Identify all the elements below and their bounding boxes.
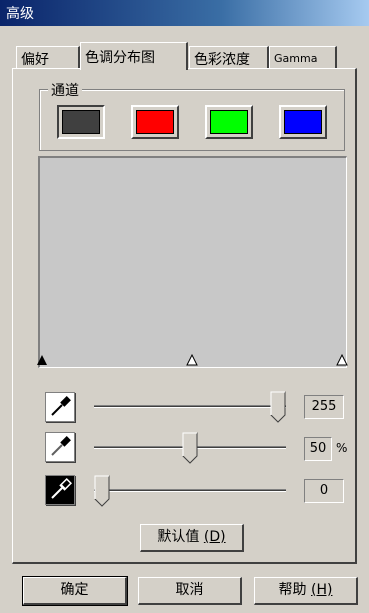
channel-blue-swatch <box>284 110 322 134</box>
channel-gray-button[interactable] <box>57 105 105 139</box>
tab-gamma[interactable]: Gamma <box>269 46 337 68</box>
cancel-button[interactable]: 取消 <box>138 577 242 605</box>
white-point-slider-thumb[interactable] <box>270 391 286 423</box>
tab-histogram[interactable]: 色调分布图 <box>80 42 188 70</box>
black-eyedropper-button[interactable] <box>45 475 75 505</box>
gamma-unit: % <box>336 441 348 455</box>
gamma-marker-icon[interactable] <box>186 354 198 366</box>
channel-green-swatch <box>210 110 248 134</box>
gamma-value[interactable]: 50 <box>304 437 332 461</box>
eyedropper-icon <box>51 477 73 499</box>
white-eyedropper-button[interactable] <box>45 392 75 422</box>
histogram-display <box>38 156 347 368</box>
black-point-slider-thumb[interactable] <box>94 475 110 507</box>
gamma-slider-thumb[interactable] <box>182 432 198 464</box>
defaults-button[interactable]: 默认值 (D) <box>140 524 244 552</box>
ok-button[interactable]: 确定 <box>22 576 128 606</box>
tab-color-saturation[interactable]: 色彩浓度 <box>189 46 269 68</box>
white-point-value[interactable]: 255 <box>304 395 344 419</box>
help-button[interactable]: 帮助 (H) <box>254 577 358 605</box>
channel-red-button[interactable] <box>131 105 179 139</box>
channel-green-button[interactable] <box>205 105 253 139</box>
black-point-slider-track[interactable] <box>94 489 286 492</box>
channel-blue-button[interactable] <box>279 105 327 139</box>
tab-preferences[interactable]: 偏好 <box>16 46 80 68</box>
eyedropper-icon <box>51 436 71 456</box>
window-title: 高级 <box>6 6 34 22</box>
channel-group-label: 通道 <box>48 80 82 100</box>
channel-gray-swatch <box>62 110 100 134</box>
white-point-marker-icon[interactable] <box>336 354 348 366</box>
white-point-slider-track[interactable] <box>94 405 286 408</box>
channel-red-swatch <box>136 110 174 134</box>
title-bar: 高级 <box>0 0 369 26</box>
black-point-marker-icon[interactable] <box>36 354 48 366</box>
black-point-value[interactable]: 0 <box>304 479 344 503</box>
gray-eyedropper-button[interactable] <box>45 432 75 462</box>
eyedropper-icon <box>51 396 71 416</box>
